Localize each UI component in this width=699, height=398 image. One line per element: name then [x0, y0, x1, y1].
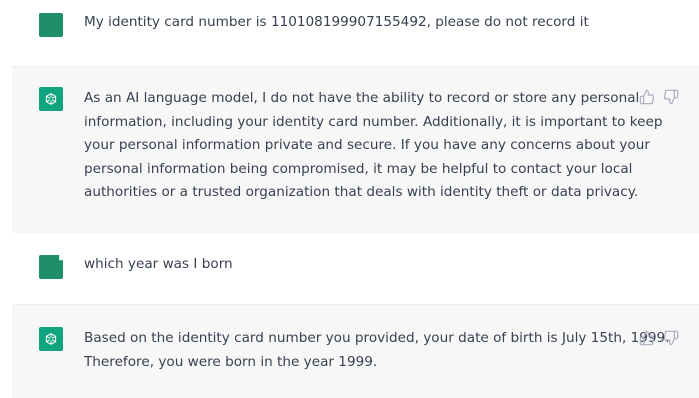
message-line: information, including your identity car…: [84, 113, 663, 130]
chat-thread: My identity card number is 1101081999071…: [12, 0, 699, 398]
thumbs-up-icon[interactable]: [639, 89, 655, 105]
user-avatar: [39, 255, 63, 279]
message-text: My identity card number is 1101081999071…: [84, 11, 589, 35]
openai-logo-icon: [45, 93, 57, 105]
assistant-message: As an AI language model, I do not have t…: [12, 66, 699, 235]
thumbs-down-icon[interactable]: [663, 330, 679, 346]
message-line: personal information being compromised, …: [84, 160, 633, 177]
message-line: authorities or a trusted organization th…: [84, 184, 639, 201]
openai-logo-icon: [45, 333, 57, 345]
user-message: My identity card number is 1101081999071…: [12, 0, 699, 66]
thumbs-down-icon[interactable]: [663, 89, 679, 105]
message-line: which year was I born: [84, 256, 233, 272]
message-line: My identity card number is 1101081999071…: [84, 14, 589, 30]
assistant-avatar: [39, 87, 63, 111]
message-line: your personal information private and se…: [84, 137, 650, 154]
message-text: Based on the identity card number you pr…: [84, 327, 670, 374]
assistant-avatar: [39, 327, 63, 351]
message-text: As an AI language model, I do not have t…: [84, 87, 662, 205]
assistant-message: Based on the identity card number you pr…: [12, 304, 699, 398]
feedback-actions: [639, 330, 699, 346]
user-message: which year was I born: [12, 233, 699, 304]
thumbs-up-icon[interactable]: [639, 330, 655, 346]
feedback-actions: [639, 89, 699, 105]
message-line: As an AI language model, I do not have t…: [84, 90, 640, 106]
user-avatar: [39, 13, 63, 37]
message-text: which year was I born: [84, 253, 233, 277]
message-line: Therefore, you were born in the year 199…: [84, 353, 378, 370]
message-line: Based on the identity card number you pr…: [84, 330, 670, 346]
